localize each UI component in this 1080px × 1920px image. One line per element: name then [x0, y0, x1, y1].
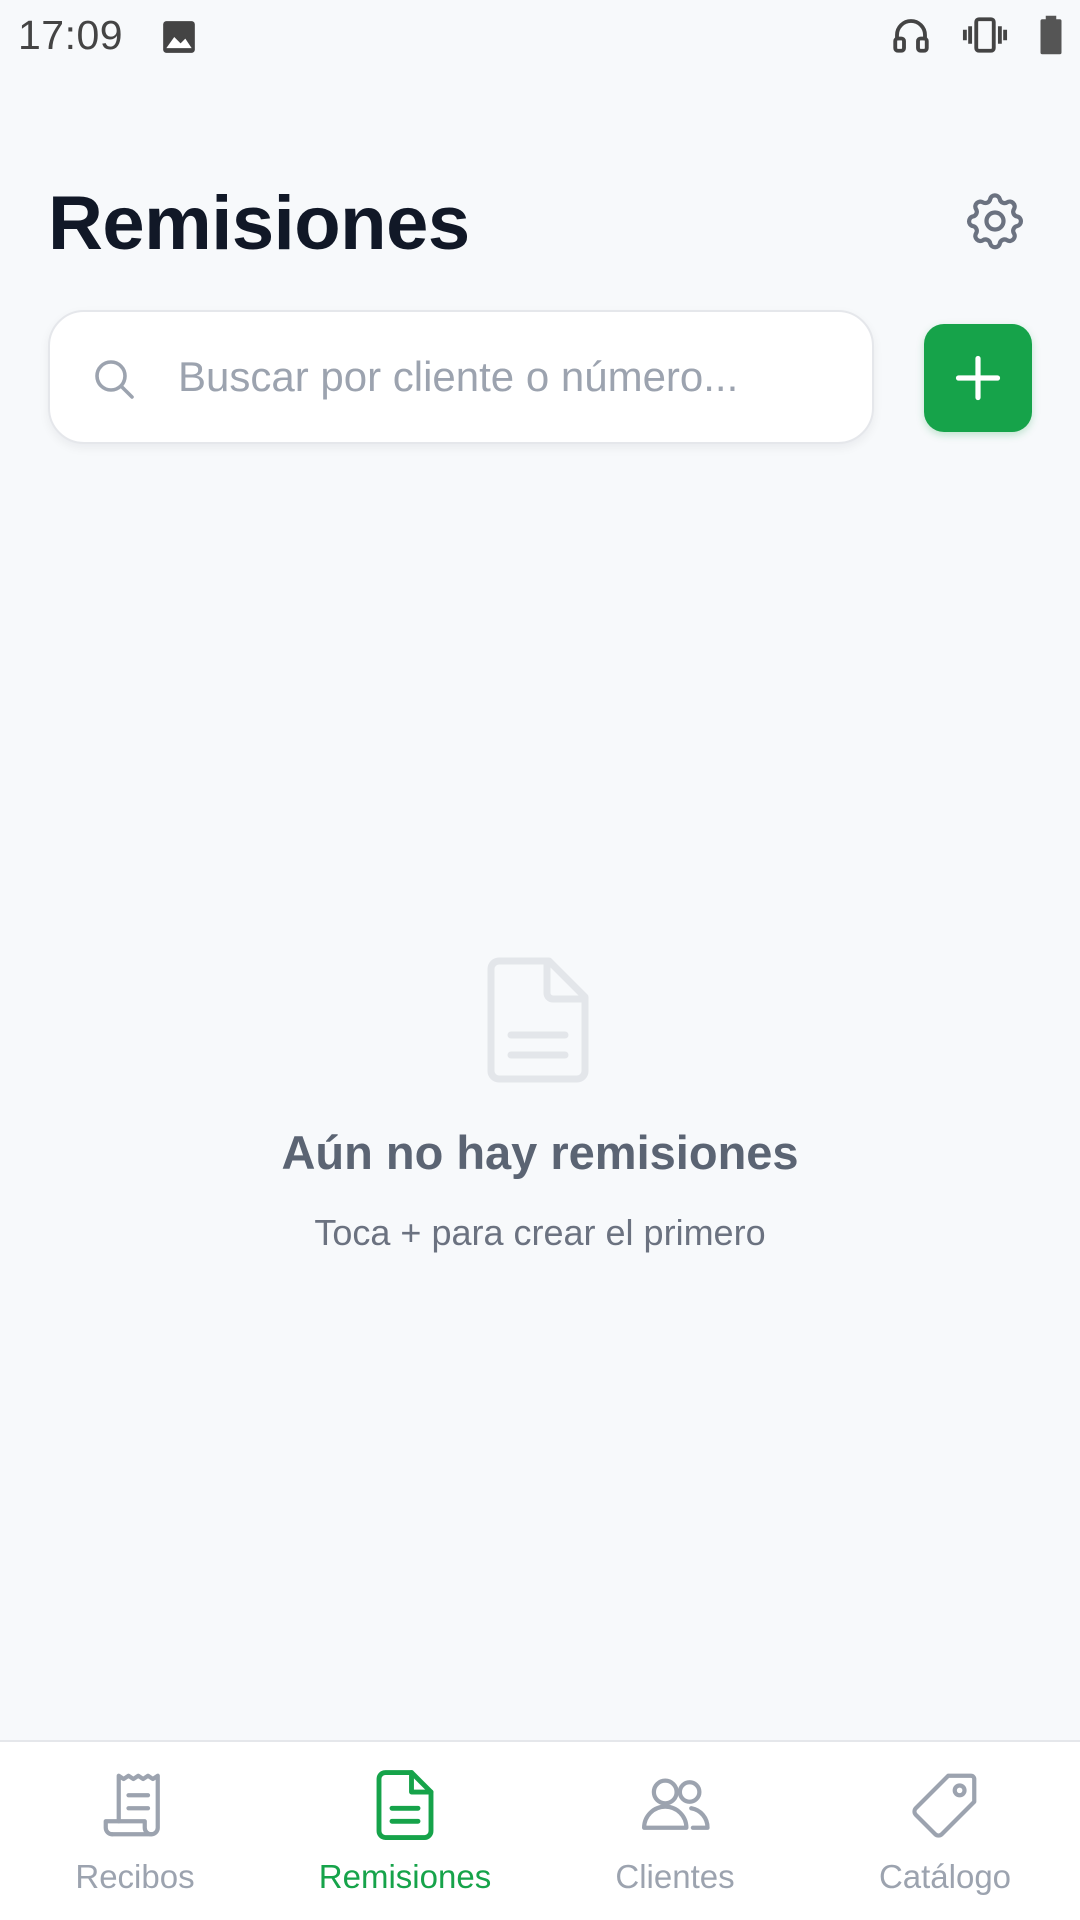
status-icons: [890, 14, 1064, 56]
search-icon: [95, 360, 134, 399]
gallery-icon: [160, 18, 198, 56]
nav-label-clientes: Clientes: [615, 1858, 735, 1895]
vibrate-icon: [962, 14, 1008, 56]
empty-state-subtitle: Toca + para crear el primero: [314, 1212, 766, 1253]
plus-icon: [955, 355, 1001, 401]
screen: 17:09 Remisiones Buscar por cliente o nú…: [0, 0, 1080, 1920]
page-title: Remisiones: [48, 181, 470, 266]
nav-label-remisiones: Remisiones: [318, 1858, 492, 1895]
gear-icon: [966, 193, 1024, 250]
battery-icon: [1038, 14, 1064, 56]
document-icon: [487, 957, 589, 1083]
nav-label-recibos: Recibos: [75, 1858, 195, 1895]
nav-item-clientes[interactable]: Clientes: [540, 1742, 810, 1920]
status-time: 17:09: [18, 12, 124, 58]
add-button[interactable]: [924, 324, 1032, 432]
nav-item-catalogo[interactable]: Catálogo: [810, 1742, 1080, 1920]
nav-item-recibos[interactable]: Recibos: [0, 1742, 270, 1920]
settings-button[interactable]: [960, 186, 1030, 256]
receipt-icon: [103, 1773, 160, 1837]
users-icon: [642, 1778, 710, 1830]
bottom-nav: Recibos Remisiones Clientes Catálogo: [0, 1740, 1080, 1920]
headphones-icon: [890, 14, 932, 56]
document-icon: [376, 1770, 434, 1840]
search-box[interactable]: [48, 310, 874, 444]
status-bar: 17:09: [0, 0, 1080, 76]
tag-icon: [912, 1773, 977, 1838]
empty-state: Aún no hay remisiones Toca + para crear …: [0, 955, 1080, 1254]
search-input[interactable]: [178, 312, 838, 442]
empty-state-title: Aún no hay remisiones: [281, 1126, 799, 1179]
nav-item-remisiones[interactable]: Remisiones: [270, 1742, 540, 1920]
nav-label-catalogo: Catálogo: [878, 1858, 1012, 1895]
